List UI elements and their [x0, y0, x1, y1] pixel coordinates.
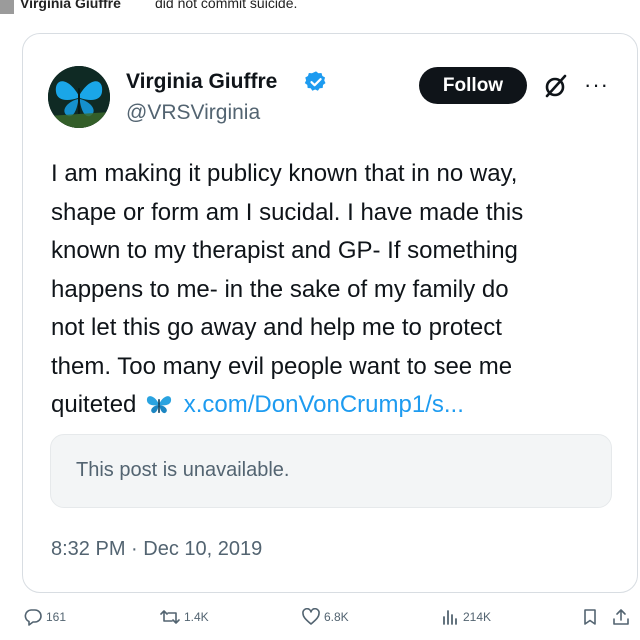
top-caption: Virginia Giuffre did not commit suicide.: [0, 0, 640, 18]
share-button[interactable]: [612, 608, 634, 626]
verified-badge-icon: [304, 71, 326, 91]
reply-button[interactable]: 161: [24, 608, 66, 626]
views-icon: [443, 610, 457, 625]
tweet-line: not let this go away and help me to prot…: [51, 314, 502, 341]
butterfly-emoji-icon: [146, 396, 172, 414]
like-count: 6.8K: [324, 610, 349, 624]
quoted-post[interactable]: This post is unavailable.: [50, 434, 612, 508]
tweet-line: known to my therapist and GP- If somethi…: [51, 237, 518, 264]
share-icon: [613, 609, 629, 625]
tweet-last-line: quiteted x.com/DonVonCrump1/s...: [51, 386, 611, 425]
tweet-last-word: quiteted: [51, 391, 137, 418]
repost-button[interactable]: 1.4K: [160, 608, 209, 626]
bookmark-icon: [584, 609, 596, 625]
heart-icon: [302, 608, 320, 625]
tweet-timestamp[interactable]: 8:32 PM · Dec 10, 2019: [51, 538, 262, 561]
tweet-line: shape or form am I sucidal. I have made …: [51, 198, 524, 226]
more-options-icon[interactable]: ···: [584, 72, 609, 98]
like-button[interactable]: 6.8K: [302, 608, 349, 626]
avatar[interactable]: [48, 66, 110, 128]
tweet-line: them. Too many evil people want to see m…: [51, 352, 513, 380]
quoted-post-message: This post is unavailable.: [76, 459, 290, 481]
butterfly-avatar-icon: [48, 66, 110, 128]
reply-icon: [24, 609, 42, 626]
reply-count: 161: [46, 610, 67, 624]
repost-icon: [160, 610, 180, 624]
repost-count: 1.4K: [184, 610, 209, 624]
bookmark-button[interactable]: [582, 608, 602, 626]
views-count: 214K: [463, 610, 492, 624]
caption-text: did not commit suicide.: [155, 0, 298, 11]
display-name[interactable]: Virginia Giuffre: [126, 70, 277, 94]
grok-icon[interactable]: [543, 73, 569, 99]
caption-marker: [0, 0, 14, 14]
views-button[interactable]: 214K: [441, 608, 491, 626]
follow-button[interactable]: Follow: [419, 67, 527, 104]
caption-name: Virginia Giuffre: [20, 0, 121, 11]
action-bar: 161 1.4K 6.8K 214K: [0, 600, 640, 640]
user-handle[interactable]: @VRSVirginia: [126, 101, 260, 125]
tweet-body: I am making it publicy known that in no …: [51, 155, 611, 425]
tweet-line: happens to me- in the sake of my family …: [51, 275, 509, 303]
tweet-line: I am making it publicy known that in no …: [51, 160, 518, 187]
tweet-link[interactable]: x.com/DonVonCrump1/s...: [184, 391, 464, 418]
